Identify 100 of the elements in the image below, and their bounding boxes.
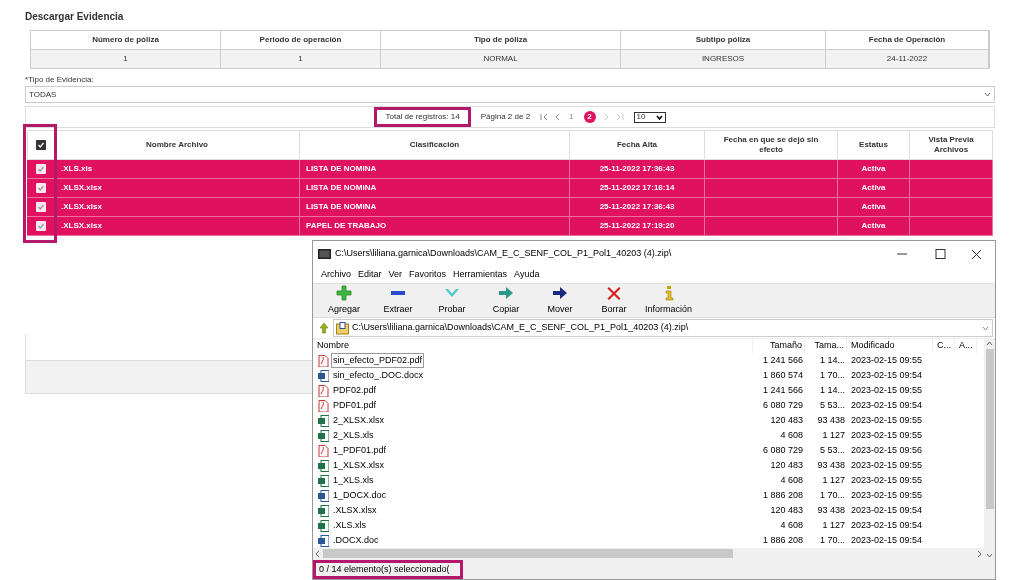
column-header: Tipo de póliza — [381, 31, 621, 50]
column-header[interactable]: Tama... — [805, 339, 847, 353]
table-cell-text: 6 080 729 — [761, 443, 804, 457]
table-cell-text: 1 127 — [821, 518, 846, 532]
column-header[interactable]: C... — [933, 339, 955, 353]
file-name[interactable]: .XLS.xls — [331, 517, 368, 534]
column-header: Periodo de operación — [221, 31, 381, 50]
table-cell: 25-11-2022 17:19:20 — [570, 217, 705, 236]
vertical-scrollbar[interactable] — [984, 339, 995, 560]
previous-page-icon[interactable] — [553, 113, 562, 121]
page-size-select[interactable]: 10 — [633, 111, 666, 123]
scroll-down-icon[interactable] — [985, 551, 994, 560]
pdf-file-icon — [318, 384, 329, 397]
table-cell: Activa — [838, 217, 910, 236]
spreadsheet-file-icon — [318, 414, 329, 427]
menu-item[interactable]: Ver — [388, 268, 403, 282]
toolbar-button[interactable]: Agregar — [317, 284, 371, 317]
table-cell-text: 2023-02-15 09:55 — [850, 383, 924, 397]
pdf-file-icon — [318, 354, 329, 367]
table-cell-text: 2023-02-15 09:54 — [850, 518, 924, 532]
total-records: Total de registros: 14 — [374, 107, 471, 127]
table-cell: 25-11-2022 17:16:14 — [570, 179, 705, 198]
table-cell-text: 2023-02-15 09:54 — [850, 533, 924, 547]
table-cell-text: 1 886 208 — [761, 488, 804, 502]
checkbox[interactable] — [36, 140, 46, 150]
table-cell-text: 2023-02-15 09:54 — [850, 368, 924, 382]
toolbar-button[interactable]: Copiar — [479, 284, 533, 317]
toolbar-button[interactable]: Borrar — [587, 284, 641, 317]
scroll-up-icon[interactable] — [985, 339, 994, 348]
checkbox[interactable] — [36, 164, 46, 174]
column-header: Número de póliza — [31, 31, 221, 50]
table-cell-text: 1 886 208 — [761, 533, 804, 547]
toolbar-button[interactable]: Extraer — [371, 284, 425, 317]
page-number[interactable]: 1 — [566, 111, 577, 123]
menu-item[interactable]: Editar — [358, 268, 382, 282]
file-name[interactable]: 1_DOCX.doc — [331, 487, 389, 504]
table-cell-text: 1 860 574 — [761, 368, 804, 382]
checkbox[interactable] — [36, 202, 46, 212]
menu-item[interactable]: Favoritos — [409, 268, 447, 282]
checkbox[interactable] — [36, 183, 46, 193]
file-name[interactable]: .XLSX.xlsx — [331, 502, 379, 519]
page-title: Descargar Evidencia — [25, 9, 125, 24]
checkbox[interactable] — [36, 221, 46, 231]
toolbar-button[interactable]: Mover — [533, 284, 587, 317]
table-cell-text: 4 608 — [779, 473, 804, 487]
horizontal-scrollbar[interactable] — [313, 547, 984, 560]
window-title: C:\Users\liliana.garnica\Downloads\CAM_E_C_SENF_COL_P1_Pol1_40203 (4).zip\ — [335, 247, 673, 261]
menu-item[interactable]: Herramientas — [453, 268, 508, 282]
table-cell: 25-11-2022 17:36:43 — [570, 198, 705, 217]
file-name[interactable]: PDF02.pdf — [331, 382, 379, 399]
menu-item[interactable]: Ayuda — [514, 268, 540, 282]
column-header: Subtipo póliza — [621, 31, 826, 50]
spreadsheet-file-icon — [318, 429, 329, 442]
page-number[interactable]: 2 — [583, 111, 596, 123]
file-name[interactable]: 2_XLS.xls — [331, 427, 376, 444]
word-file-icon — [318, 369, 329, 382]
word-file-icon — [318, 534, 329, 547]
column-header[interactable]: A... — [955, 339, 977, 353]
table-cell-text: 1 241 566 — [761, 383, 804, 397]
minus-icon — [391, 290, 405, 295]
spreadsheet-file-icon — [318, 519, 329, 532]
toolbar-button[interactable]: Probar — [425, 284, 479, 317]
table-cell-text: 2023-02-15 09:54 — [850, 503, 924, 517]
column-header[interactable]: Tamaño — [753, 339, 805, 353]
page-info: Página 2 de 2 — [480, 111, 531, 123]
table-cell: 1 — [221, 50, 381, 68]
file-name[interactable]: 2_XLSX.xlsx — [331, 412, 387, 429]
table-cell: PAPEL DE TRABAJO — [300, 217, 570, 236]
field-label: *Tipo de Evidencia: — [25, 74, 95, 86]
table-cell: .XLS.xls — [55, 160, 300, 179]
up-arrow-icon[interactable] — [319, 322, 329, 334]
column-header[interactable]: Nombre — [313, 339, 753, 353]
check-icon — [37, 203, 45, 211]
first-page-icon[interactable] — [540, 113, 549, 121]
file-name[interactable]: sin_efecto_.DOC.docx — [331, 367, 426, 384]
column-header: Clasificación — [300, 130, 570, 160]
table-cell-text: 2023-02-15 09:55 — [850, 488, 924, 502]
file-name[interactable]: 1_PDF01.pdf — [331, 442, 389, 459]
table-cell: LISTA DE NOMINA — [300, 198, 570, 217]
file-name[interactable]: sin_efecto_PDF02.pdf — [331, 352, 425, 369]
table-cell-text: 93 438 — [816, 458, 846, 472]
table-cell-text: 93 438 — [816, 503, 846, 517]
evidence-type-select[interactable]: TODAS — [25, 86, 995, 103]
file-name[interactable]: 1_XLS.xls — [331, 472, 376, 489]
file-name[interactable]: PDF01.pdf — [331, 397, 379, 414]
file-name[interactable]: 1_XLSX.xlsx — [331, 457, 387, 474]
table-cell-text: 1 241 566 — [761, 353, 804, 367]
table-cell-text: 120 483 — [769, 413, 804, 427]
table-cell-text: 2023-02-15 09:55 — [850, 413, 924, 427]
check-icon — [37, 184, 45, 192]
toolbar-button[interactable]: Información — [641, 284, 697, 317]
zip-folder-icon — [336, 321, 349, 335]
table-cell-text: 5 53... — [818, 398, 846, 412]
address-field[interactable]: C:\Users\liliana.garnica\Downloads\CAM_E_C_SENF_COL_P1_Pol1_40203 (4).zip\ — [333, 319, 993, 337]
column-header[interactable]: Modificado — [847, 339, 933, 353]
table-cell-text: 1 70... — [818, 533, 846, 547]
plus-icon — [336, 284, 352, 301]
file-name[interactable]: .DOCX.doc — [331, 532, 381, 549]
menu-item[interactable]: Archivo — [321, 268, 351, 282]
table-cell-text: 2023-02-15 09:55 — [850, 353, 924, 367]
